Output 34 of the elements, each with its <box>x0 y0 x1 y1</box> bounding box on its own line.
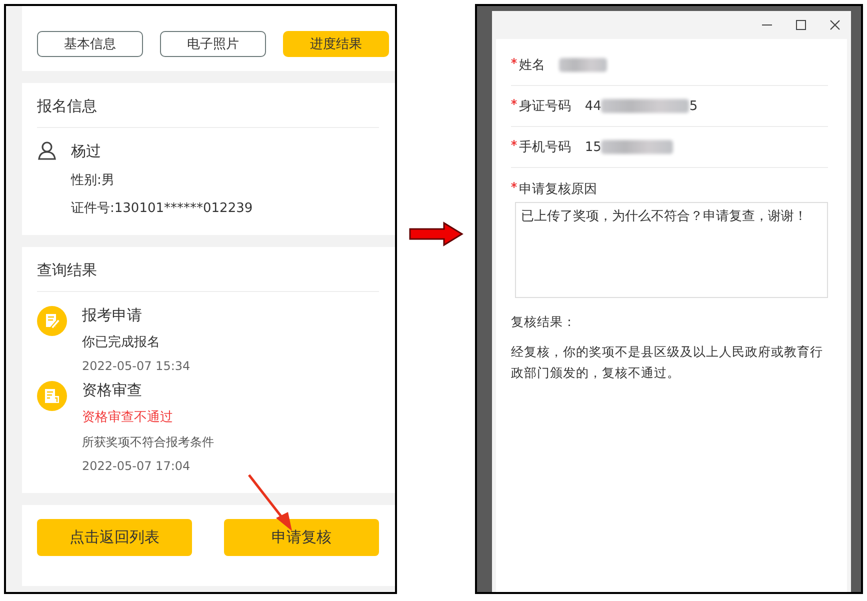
reason-textarea[interactable]: 已上传了奖项，为什么不符合？申请复查，谢谢！ <box>514 202 828 298</box>
request-review-button[interactable]: 申请复核 <box>224 519 380 556</box>
step-title: 资格审查 <box>82 381 143 400</box>
maximize-icon[interactable] <box>795 19 807 31</box>
field-value: 5 <box>689 98 698 114</box>
field-label: 姓名 <box>518 58 545 73</box>
gender-text: 性别:男 <box>71 172 116 189</box>
back-to-list-button[interactable]: 点击返回列表 <box>37 519 192 556</box>
step-status: 你已完成报名 <box>82 334 161 351</box>
field-label: 申请复核原因 <box>518 182 597 197</box>
arrow-icon <box>408 221 464 247</box>
step-title: 报考申请 <box>82 306 143 325</box>
step-time: 2022-05-07 17:04 <box>82 459 192 473</box>
result-text: 经复核，你的奖项不是县区级及以上人民政府或教育行政部门颁发的，复核不通过。 <box>510 343 824 382</box>
step-status: 资格审查不通过 <box>82 409 174 426</box>
step-time: 2022-05-07 15:34 <box>82 359 190 373</box>
close-icon[interactable] <box>829 19 841 31</box>
edit-document-icon <box>37 306 67 336</box>
section-heading: 报名信息 <box>37 83 380 128</box>
student-name: 杨过 <box>71 142 102 161</box>
section-heading: 查询结果 <box>37 247 380 292</box>
blurred-value <box>558 58 607 72</box>
user-icon <box>37 141 57 161</box>
tab[interactable]: 基本信息 <box>37 31 143 57</box>
step-note: 所获奖项不符合报考条件 <box>82 434 214 451</box>
tab[interactable]: 电子照片 <box>160 31 266 57</box>
tab[interactable]: 进度结果 <box>283 31 389 57</box>
field-label: 身证号码 <box>518 99 571 114</box>
field-label: 手机号码 <box>518 140 571 155</box>
field-value: 15 <box>584 140 602 154</box>
id-number-text: 证件号:130101******012239 <box>71 200 253 217</box>
document-icon <box>37 381 67 411</box>
result-heading: 复核结果： <box>510 314 577 331</box>
field-value: 44 <box>584 98 602 114</box>
